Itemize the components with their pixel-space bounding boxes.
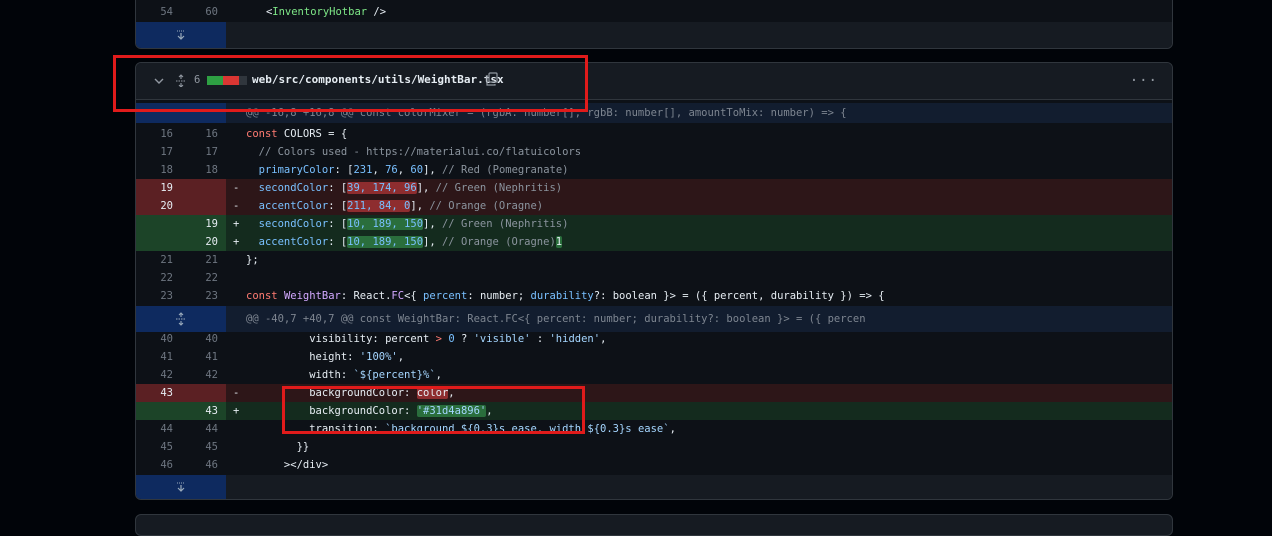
expand-down-icon: [177, 30, 185, 40]
expand-down-button[interactable]: [136, 475, 226, 499]
code-text: // Colors used - https://materialui.co/f…: [246, 146, 582, 158]
code-text: const COLORS = {: [246, 128, 348, 140]
diff-line: 22 22: [136, 269, 1172, 287]
new-line-number[interactable]: 22: [181, 269, 218, 287]
new-line-number[interactable]: 18: [181, 161, 218, 179]
new-line-number[interactable]: 21: [181, 251, 218, 269]
code-text: const WeightBar: React.FC<{ percent: num…: [246, 290, 885, 302]
expand-down-button[interactable]: [136, 22, 226, 48]
diff-sign: +: [233, 405, 240, 417]
old-line-number[interactable]: 54: [136, 3, 173, 21]
old-line-number[interactable]: 16: [136, 125, 173, 143]
code-text: };: [246, 254, 259, 266]
new-line-number[interactable]: 23: [181, 287, 218, 305]
expand-lines-icon: [176, 312, 186, 326]
code-text: secondColor: [39, 174, 96], // Green (Ne…: [246, 182, 563, 194]
new-line-number[interactable]: 40: [181, 330, 218, 348]
deleted-line: 19 - secondColor: [39, 174, 96], // Gree…: [136, 179, 1172, 197]
code-text: ></div>: [246, 459, 329, 471]
old-line-number[interactable]: 20: [136, 197, 181, 215]
old-line-number[interactable]: 46: [136, 456, 173, 474]
new-line-number[interactable]: 45: [181, 438, 218, 456]
old-line-number[interactable]: 41: [136, 348, 173, 366]
new-line-number[interactable]: 20: [181, 233, 226, 251]
old-line-number[interactable]: 42: [136, 366, 173, 384]
code-text: primaryColor: [231, 76, 60], // Red (Pom…: [246, 164, 569, 176]
old-line-number[interactable]: 22: [136, 269, 173, 287]
previous-file-diff: 54 60 <InventoryHotbar />: [135, 0, 1173, 49]
old-line-number[interactable]: 45: [136, 438, 173, 456]
diff-sign: -: [233, 182, 240, 194]
code-text: accentColor: [211, 84, 0], // Orange (Or…: [246, 200, 544, 212]
more-options-icon[interactable]: ···: [1130, 73, 1158, 89]
new-line-number[interactable]: 19: [181, 215, 226, 233]
new-line-number[interactable]: 46: [181, 456, 218, 474]
code-text: width: `${percent}%`,: [246, 369, 442, 381]
new-line-number[interactable]: 60: [181, 3, 218, 21]
new-line-number[interactable]: 16: [181, 125, 218, 143]
diff-sign: -: [233, 387, 240, 399]
old-line-number[interactable]: 23: [136, 287, 173, 305]
diff-line: 17 17 // Colors used - https://materialu…: [136, 143, 1172, 161]
diff-line: 16 16 const COLORS = {: [136, 125, 1172, 143]
added-line: 20 + accentColor: [10, 189, 150], // Ora…: [136, 233, 1172, 251]
file-diff: 6 web/src/components/utils/WeightBar.tsx…: [135, 62, 1173, 500]
old-line-number[interactable]: 44: [136, 420, 173, 438]
diff-line: 54 60 <InventoryHotbar />: [136, 3, 1172, 21]
diff-line: 40 40 visibility: percent > 0 ? 'visible…: [136, 330, 1172, 348]
code-text: secondColor: [10, 189, 150], // Green (N…: [246, 218, 569, 230]
diff-line: 41 41 height: '100%',: [136, 348, 1172, 366]
annotation-box: [113, 55, 588, 112]
diff-sign: +: [233, 218, 240, 230]
old-line-number[interactable]: 18: [136, 161, 173, 179]
code-text: <InventoryHotbar />: [265, 6, 387, 18]
expand-both-button[interactable]: [136, 306, 226, 332]
old-line-number[interactable]: 19: [136, 179, 181, 197]
new-line-number[interactable]: 41: [181, 348, 218, 366]
new-line-number[interactable]: 42: [181, 366, 218, 384]
old-line-number[interactable]: 17: [136, 143, 173, 161]
expand-down-icon: [177, 482, 185, 492]
diff-line: 18 18 primaryColor: [231, 76, 60], // Re…: [136, 161, 1172, 179]
new-line-number[interactable]: 43: [181, 402, 226, 420]
diff-sign: +: [233, 236, 240, 248]
new-line-number[interactable]: 44: [181, 420, 218, 438]
hunk-header: @@ -40,7 +40,7 @@ const WeightBar: React…: [136, 306, 1172, 332]
diff-line: 42 42 width: `${percent}%`,: [136, 366, 1172, 384]
hunk-header-text: @@ -40,7 +40,7 @@ const WeightBar: React…: [246, 313, 866, 325]
diff-line: 46 46 ></div>: [136, 456, 1172, 474]
diff-sign: -: [233, 200, 240, 212]
old-line-number[interactable]: 40: [136, 330, 173, 348]
code-text: visibility: percent > 0 ? 'visible' : 'h…: [246, 333, 607, 345]
code-text: }}: [246, 441, 310, 453]
code-text: height: '100%',: [246, 351, 405, 363]
diff-line: 21 21 };: [136, 251, 1172, 269]
deleted-line: 20 - accentColor: [211, 84, 0], // Orang…: [136, 197, 1172, 215]
diff-line: 23 23 const WeightBar: React.FC<{ percen…: [136, 287, 1172, 305]
old-line-number[interactable]: 21: [136, 251, 173, 269]
diff-line: 45 45 }}: [136, 438, 1172, 456]
added-line: 19 + secondColor: [10, 189, 150], // Gre…: [136, 215, 1172, 233]
next-file-diff: [135, 514, 1173, 536]
annotation-box: [282, 386, 585, 434]
old-line-number[interactable]: 43: [136, 384, 181, 402]
code-text: accentColor: [10, 189, 150], // Orange (…: [246, 236, 563, 248]
new-line-number[interactable]: 17: [181, 143, 218, 161]
